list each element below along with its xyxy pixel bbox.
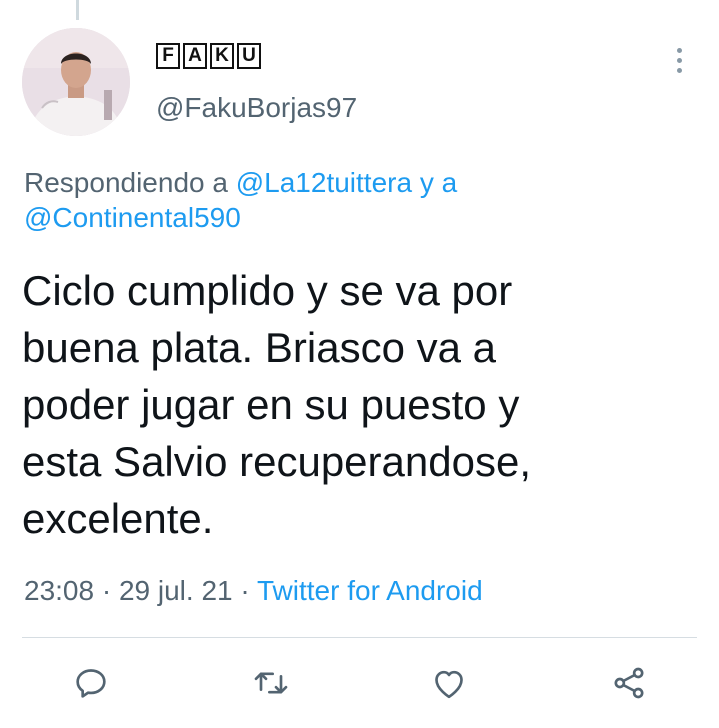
tweet-body-text: Ciclo cumplido y se va por buena plata. … <box>22 267 531 542</box>
display-name[interactable]: F A K U <box>156 43 261 69</box>
replying-to-line: Respondiendo a @La12tuittera y a @Contin… <box>24 165 684 235</box>
retweet-button[interactable] <box>248 660 294 706</box>
display-name-letter: K <box>210 43 234 69</box>
tweet-time[interactable]: 23:08 <box>24 575 94 606</box>
more-options-icon[interactable] <box>673 48 685 76</box>
tweet-source-link[interactable]: Twitter for Android <box>257 575 483 606</box>
divider <box>22 637 697 638</box>
user-handle[interactable]: @FakuBorjas97 <box>156 92 357 124</box>
meta-separator: · <box>232 575 257 606</box>
thread-connector-line <box>76 0 79 20</box>
replying-to-joiner[interactable]: y a <box>412 167 457 198</box>
share-button[interactable] <box>606 660 652 706</box>
display-name-letter: U <box>237 43 261 69</box>
like-icon <box>435 670 463 699</box>
display-name-letter: A <box>183 43 207 69</box>
share-icon <box>614 667 644 699</box>
mention-link-continental590[interactable]: @Continental590 <box>24 202 241 233</box>
meta-separator: · <box>94 575 119 606</box>
avatar-photo <box>22 28 130 136</box>
tweet-date[interactable]: 29 jul. 21 <box>119 575 233 606</box>
tweet-action-bar <box>0 660 719 710</box>
display-name-letter: F <box>156 43 180 69</box>
mention-link-la12tuittera[interactable]: @La12tuittera <box>236 167 412 198</box>
reply-icon <box>76 669 106 698</box>
retweet-icon <box>254 672 288 694</box>
reply-button[interactable] <box>68 660 114 706</box>
like-button[interactable] <box>426 660 472 706</box>
replying-to-prefix: Respondiendo a <box>24 167 236 198</box>
avatar[interactable] <box>22 28 130 136</box>
tweet-metadata: 23:08 · 29 jul. 21 · Twitter for Android <box>24 575 483 607</box>
